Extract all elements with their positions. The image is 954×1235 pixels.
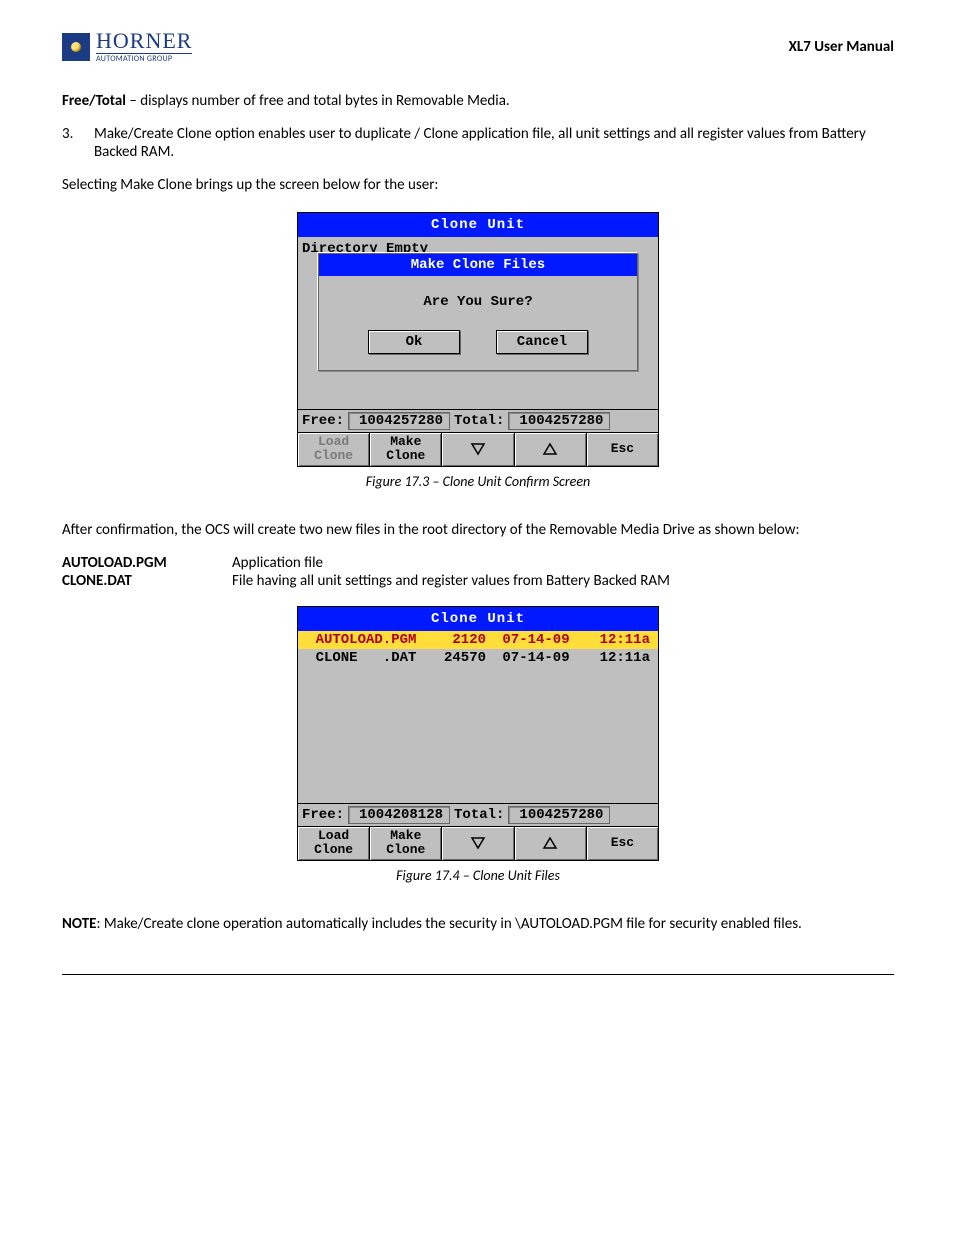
- file-size: 24570: [430, 650, 492, 666]
- figure-17-4: Clone Unit AUTOLOAD.PGM 2120 07-14-09 12…: [62, 606, 894, 861]
- triangle-up-icon: [542, 836, 558, 850]
- free-value: 1004208128: [348, 806, 450, 824]
- file-desc-column: Application file File having all unit se…: [232, 554, 670, 590]
- list-item-number: 3.: [62, 125, 76, 161]
- free-label: Free:: [302, 807, 344, 823]
- file-date: 07-14-09: [492, 632, 580, 648]
- down-arrow-button[interactable]: [442, 827, 514, 860]
- file-list: AUTOLOAD.PGM 2120 07-14-09 12:11a CLONE …: [298, 631, 658, 803]
- figure-17-3: Clone Unit Directory Empty Make Clone Fi…: [62, 212, 894, 467]
- brand-logo: HORNER AUTOMATION GROUP: [62, 30, 192, 63]
- file-name: CLONE .DAT: [302, 650, 430, 666]
- total-label: Total:: [454, 413, 504, 429]
- dialog-button-row: Ok Cancel: [329, 330, 627, 354]
- list-item-3: 3. Make/Create Clone option enables user…: [62, 125, 894, 161]
- screen-body: Directory Empty Make Clone Files Are You…: [298, 237, 658, 409]
- total-label: Total:: [454, 807, 504, 823]
- up-arrow-button[interactable]: [515, 827, 587, 860]
- footer-button-bar: Load Clone Make Clone Esc: [298, 826, 658, 860]
- file-row[interactable]: AUTOLOAD.PGM 2120 07-14-09 12:11a: [298, 631, 658, 649]
- esc-button[interactable]: Esc: [587, 827, 658, 860]
- make-clone-button[interactable]: Make Clone: [370, 433, 442, 466]
- triangle-down-icon: [470, 442, 486, 456]
- file-date: 07-14-09: [492, 650, 580, 666]
- page-footer-rule: [62, 974, 894, 975]
- total-value: 1004257280: [508, 412, 610, 430]
- autoload-pgm-desc: Application file: [232, 554, 670, 572]
- file-size: 2120: [430, 632, 492, 648]
- file-row[interactable]: CLONE .DAT 24570 07-14-09 12:11a: [298, 649, 658, 667]
- select-make-clone-text: Selecting Make Clone brings up the scree…: [62, 175, 894, 195]
- clone-unit-confirm-screen: Clone Unit Directory Empty Make Clone Fi…: [297, 212, 659, 467]
- screen-titlebar: Clone Unit: [298, 607, 658, 631]
- document-title: XL7 User Manual: [789, 38, 894, 56]
- clone-unit-files-screen: Clone Unit AUTOLOAD.PGM 2120 07-14-09 12…: [297, 606, 659, 861]
- load-clone-button[interactable]: Load Clone: [298, 827, 370, 860]
- page: HORNER AUTOMATION GROUP XL7 User Manual …: [0, 0, 954, 1023]
- free-total-paragraph: Free/Total – displays number of free and…: [62, 91, 894, 111]
- status-bar: Free: 1004257280 Total: 1004257280: [298, 409, 658, 432]
- ok-button[interactable]: Ok: [368, 330, 460, 354]
- brand-name: HORNER: [96, 30, 192, 52]
- file-time: 12:11a: [580, 632, 654, 648]
- dialog-body: Are You Sure? Ok Cancel: [319, 276, 637, 370]
- down-arrow-button[interactable]: [442, 433, 514, 466]
- figure-17-3-caption: Figure 17.3 – Clone Unit Confirm Screen: [62, 473, 894, 490]
- total-value: 1004257280: [508, 806, 610, 824]
- cancel-button[interactable]: Cancel: [496, 330, 588, 354]
- after-confirmation-text: After confirmation, the OCS will create …: [62, 520, 894, 540]
- free-total-desc: – displays number of free and total byte…: [126, 92, 510, 110]
- page-header: HORNER AUTOMATION GROUP XL7 User Manual: [62, 30, 894, 63]
- dialog-prompt: Are You Sure?: [329, 294, 627, 310]
- screen-titlebar: Clone Unit: [298, 213, 658, 237]
- clone-dat-name: CLONE.DAT: [62, 572, 192, 590]
- clone-dat-desc: File having all unit settings and regist…: [232, 572, 670, 590]
- file-time: 12:11a: [580, 650, 654, 666]
- logo-text: HORNER AUTOMATION GROUP: [96, 30, 192, 63]
- list-item-text: Make/Create Clone option enables user to…: [94, 125, 894, 161]
- file-names-column: AUTOLOAD.PGM CLONE.DAT: [62, 554, 192, 590]
- esc-button[interactable]: Esc: [587, 433, 658, 466]
- file-descriptions: AUTOLOAD.PGM CLONE.DAT Application file …: [62, 554, 894, 590]
- make-clone-dialog: Make Clone Files Are You Sure? Ok Cancel: [318, 253, 638, 371]
- note-text: : Make/Create clone operation automatica…: [96, 915, 801, 933]
- note-paragraph: NOTE: Make/Create clone operation automa…: [62, 914, 894, 934]
- triangle-up-icon: [542, 442, 558, 456]
- dialog-title: Make Clone Files: [319, 254, 637, 276]
- load-clone-button[interactable]: Load Clone: [298, 433, 370, 466]
- free-total-label: Free/Total: [62, 92, 126, 110]
- up-arrow-button[interactable]: [515, 433, 587, 466]
- file-name: AUTOLOAD.PGM: [302, 632, 430, 648]
- figure-17-4-caption: Figure 17.4 – Clone Unit Files: [62, 867, 894, 884]
- logo-icon: [62, 33, 90, 61]
- note-label: NOTE: [62, 915, 96, 933]
- autoload-pgm-name: AUTOLOAD.PGM: [62, 554, 192, 572]
- free-value: 1004257280: [348, 412, 450, 430]
- triangle-down-icon: [470, 836, 486, 850]
- free-label: Free:: [302, 413, 344, 429]
- status-bar: Free: 1004208128 Total: 1004257280: [298, 803, 658, 826]
- footer-button-bar: Load Clone Make Clone Esc: [298, 432, 658, 466]
- make-clone-button[interactable]: Make Clone: [370, 827, 442, 860]
- brand-tagline: AUTOMATION GROUP: [96, 53, 192, 63]
